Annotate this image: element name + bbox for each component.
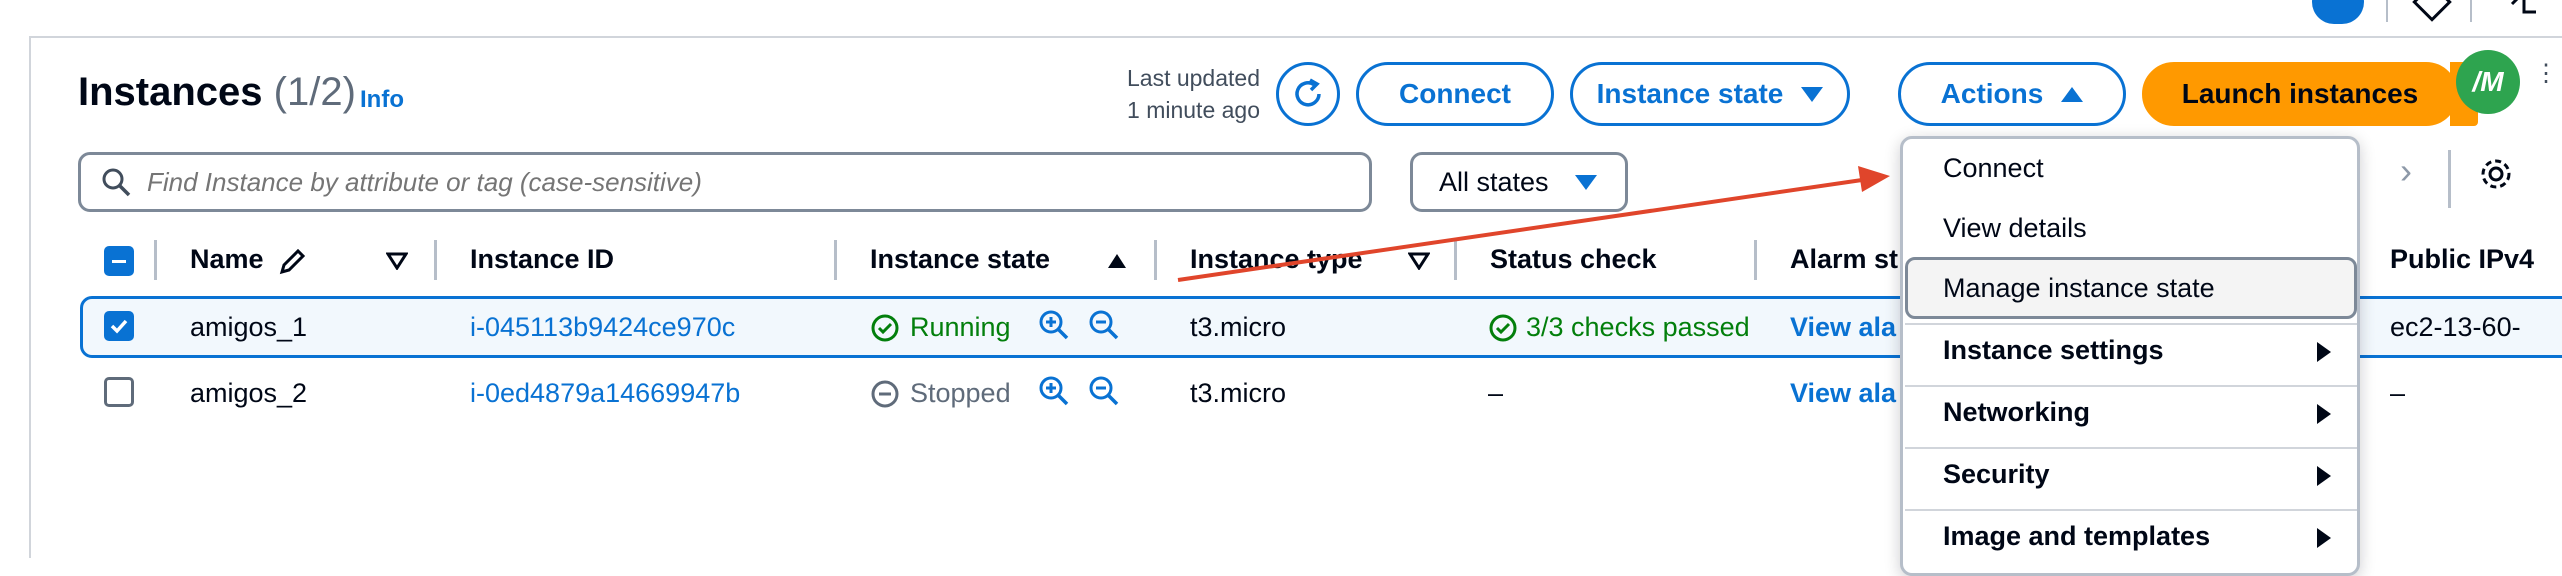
annotation-arrow — [1177, 166, 1890, 282]
